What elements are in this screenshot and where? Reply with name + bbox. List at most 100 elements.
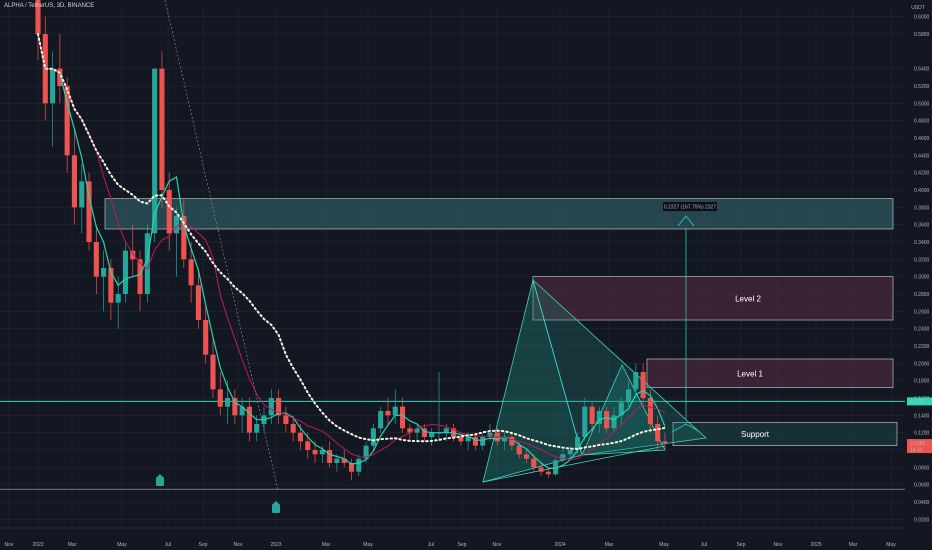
time-tick-label: Jul: [701, 542, 707, 548]
countdown-text: 1d 4h: [910, 448, 923, 454]
price-axis[interactable]: USDT 0.6000 0.5800 0.5400 0.5200 0.5000 0.4800…: [905, 0, 932, 550]
candle-body: [203, 320, 209, 355]
price-tick-label: 0.3000: [914, 275, 930, 281]
time-tick-label: Sep: [458, 542, 467, 548]
candle-body: [399, 406, 406, 429]
candle-body: [611, 415, 617, 429]
zone-target: [104, 198, 894, 230]
time-tick-label: Mar: [322, 542, 331, 548]
candle-body: [429, 432, 435, 437]
candle-body: [159, 68, 165, 190]
signal-marker: [272, 504, 280, 513]
candle-body: [385, 411, 391, 416]
price-tick-label: 0.3600: [914, 223, 930, 229]
time-tick-label: Jul: [428, 542, 434, 548]
price-tick-label: 0.2000: [914, 361, 930, 367]
price-tick-label: 0.4400: [914, 153, 930, 159]
signal-marker-tip: [157, 474, 163, 477]
price-tick-label: 0.0800: [914, 465, 930, 471]
candle-body: [101, 268, 107, 277]
candle-body: [443, 428, 449, 433]
price-tick-label: 0.0600: [914, 483, 930, 489]
zone-level1: [646, 358, 894, 388]
candle-body: [122, 250, 129, 294]
time-tick-label: 2023: [270, 542, 281, 548]
candle-body: [589, 406, 595, 424]
candle-body: [647, 398, 653, 424]
symbol-title[interactable]: ALPHA / TetherUS, 3D, BINANCE: [4, 3, 94, 9]
time-tick-label: Mar: [849, 542, 858, 548]
price-tick-label: 0.1800: [914, 379, 930, 385]
candle-body: [86, 181, 92, 242]
price-tick-label: 0.4600: [914, 136, 930, 142]
price-chart[interactable]: Level 2 Level 1 Support 0.2327 (167.75%) 2…: [0, 0, 932, 550]
candle-body: [290, 424, 296, 433]
time-tick-label: May: [363, 542, 373, 548]
candle-body: [115, 294, 121, 303]
candle-body: [531, 458, 537, 468]
price-tick-label: 0.2400: [914, 327, 930, 333]
candle-body: [210, 354, 216, 390]
candle-body: [545, 471, 551, 475]
time-axis[interactable]: Nov 2022 Mar May Jul Sep Nov 2023 Mar May Jul Sep No…: [0, 527, 932, 550]
candle-body: [392, 406, 398, 416]
candle-body: [305, 441, 311, 450]
candle-body: [195, 285, 201, 320]
annotations: 0.2327 (167.75%) 2327: [156, 202, 717, 513]
price-tick-label: 0.2600: [914, 309, 930, 315]
time-tick-label: Jul: [165, 542, 171, 548]
time-tick-label: May: [659, 542, 669, 548]
price-tick-label: 0.5200: [914, 84, 930, 90]
candle-body: [356, 458, 362, 472]
candle-body: [79, 181, 85, 208]
time-tick-label: Sep: [737, 542, 746, 548]
candle-body: [130, 250, 136, 260]
candle-body: [625, 389, 632, 403]
price-tick-label: 0.5000: [914, 101, 930, 107]
chart-grid: [0, 8, 905, 528]
candle-body: [50, 68, 56, 104]
time-tick-label: 2024: [554, 542, 565, 548]
candle-body: [173, 216, 180, 234]
price-tick-label: 0.1400: [914, 413, 930, 419]
price-tick-label: 0.5800: [914, 32, 930, 38]
zone-support: [672, 421, 898, 446]
time-tick-label: Nov: [5, 542, 14, 548]
candle-body: [662, 441, 668, 444]
candle-body: [604, 411, 610, 429]
candle-body: [633, 372, 639, 390]
time-tick-label: May: [117, 542, 127, 548]
price-tick-label: 0.4800: [914, 119, 930, 125]
candle-body: [254, 424, 260, 433]
price-tick-label: 0.1200: [914, 431, 930, 437]
time-tick-label: May: [886, 542, 896, 548]
time-tick-label: Mar: [605, 542, 614, 548]
candle-body: [93, 242, 99, 277]
current-price-text: 0.1080: [910, 441, 926, 447]
support-price-text: 0.1561: [910, 399, 926, 405]
candle-body: [640, 372, 646, 398]
zone-label-support: Support: [741, 430, 770, 439]
candle-body: [166, 190, 172, 234]
candle-body: [567, 450, 573, 455]
candle-body: [232, 398, 238, 416]
price-tick-label: 0.3200: [914, 257, 930, 263]
time-tick-label: Nov: [493, 542, 502, 548]
candle-body: [465, 437, 471, 442]
candle-body: [378, 411, 384, 429]
time-tick-label: Nov: [234, 542, 243, 548]
signal-marker: [156, 477, 164, 486]
candle-body: [472, 437, 478, 446]
candle-body: [268, 398, 274, 416]
candle-body: [225, 398, 231, 407]
zone-label-level1: Level 1: [737, 369, 763, 378]
time-tick-label: Nov: [774, 542, 783, 548]
price-tick-label: 0.2800: [914, 292, 930, 298]
candle-body: [297, 432, 304, 442]
zone-label-level2: Level 2: [735, 294, 761, 303]
price-tick-label: 0.4200: [914, 171, 930, 177]
time-tick-label: Mar: [68, 542, 77, 548]
candle-body: [370, 428, 376, 446]
time-tick-label: 2022: [32, 542, 43, 548]
candle-body: [523, 454, 530, 459]
